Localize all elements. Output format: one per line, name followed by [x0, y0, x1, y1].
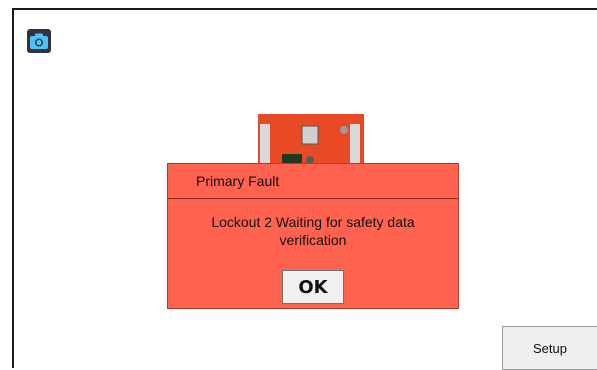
hmi-screen: Primary Fault Lockout 2 Waiting for safe… — [12, 8, 597, 370]
setup-button[interactable]: Setup — [502, 326, 597, 370]
dialog-title: Primary Fault — [168, 164, 458, 199]
dialog-message: Lockout 2 Waiting for safety data verifi… — [211, 214, 415, 248]
camera-button[interactable] — [27, 29, 51, 53]
primary-fault-dialog: Primary Fault Lockout 2 Waiting for safe… — [167, 163, 459, 309]
camera-icon — [30, 33, 48, 49]
ok-button[interactable]: OK — [282, 270, 344, 304]
